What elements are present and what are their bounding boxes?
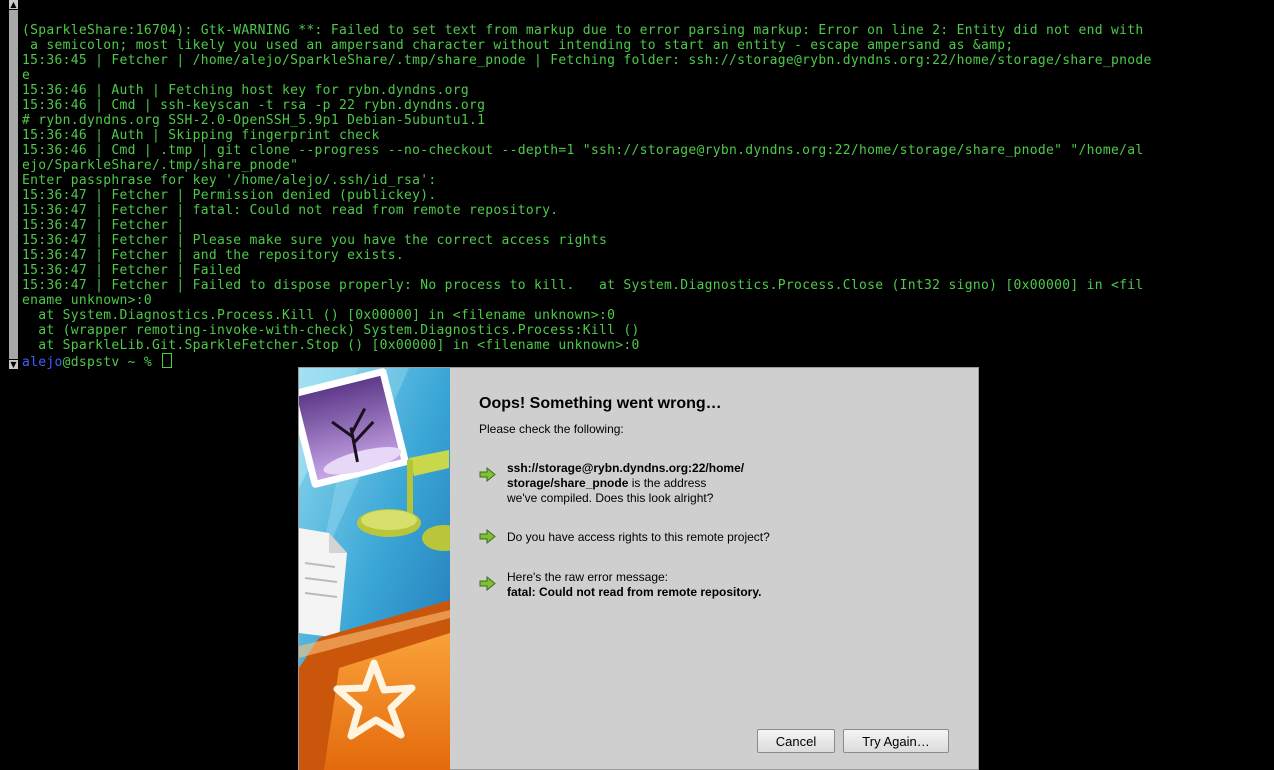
terminal-line: 15:36:47 | Fetcher | <box>22 218 185 233</box>
terminal-line: 15:36:47 | Fetcher | Failed <box>22 263 242 278</box>
try-again-button[interactable]: Try Again… <box>843 729 949 753</box>
scrollbar-thumb[interactable] <box>9 10 18 359</box>
terminal-line: e <box>22 68 31 83</box>
terminal-line: 15:36:46 | Auth | Skipping fingerprint c… <box>22 128 380 143</box>
dialog-title: Oops! Something went wrong… <box>479 395 722 412</box>
cancel-button[interactable]: Cancel <box>757 729 835 753</box>
terminal-line: 15:36:45 | Fetcher | /home/alejo/Sparkle… <box>22 53 1152 68</box>
terminal-line: at System.Diagnostics.Process.Kill () [0… <box>22 308 616 323</box>
raw-error-message: fatal: Could not read from remote reposi… <box>507 585 762 599</box>
terminal-line: at (wrapper remoting-invoke-with-check) … <box>22 323 640 338</box>
side-artwork <box>299 368 450 770</box>
dialog-subtitle: Please check the following: <box>479 422 624 436</box>
terminal-line: 15:36:46 | Cmd | ssh-keyscan -t rsa -p 2… <box>22 98 486 113</box>
raw-error-label: Here's the raw error message: <box>507 570 669 584</box>
terminal-line: 15:36:47 | Fetcher | fatal: Could not re… <box>22 203 559 218</box>
check-item-access: Do you have access rights to this remote… <box>479 529 959 545</box>
terminal-line: 15:36:47 | Fetcher | Failed to dispose p… <box>22 278 1144 293</box>
terminal-output: (SparkleShare:16704): Gtk-WARNING **: Fa… <box>22 23 1270 353</box>
terminal-line: a semicolon; most likely you used an amp… <box>22 38 1014 53</box>
terminal-scrollbar[interactable]: ▲ ▼ <box>9 0 18 370</box>
arrow-right-icon <box>479 576 496 591</box>
scroll-down-arrow-icon[interactable]: ▼ <box>9 360 18 369</box>
address-text-1: ssh://storage@rybn.dyndns.org:22/home/ <box>507 461 745 475</box>
terminal-line: ejo/SparkleShare/.tmp/share_pnode" <box>22 158 299 173</box>
terminal-line: (SparkleShare:16704): Gtk-WARNING **: Fa… <box>22 23 1144 38</box>
scroll-up-arrow-icon[interactable]: ▲ <box>9 0 18 9</box>
text-cursor <box>162 353 173 368</box>
terminal-line: at SparkleLib.Git.SparkleFetcher.Stop ()… <box>22 338 640 353</box>
address-question: we've compiled. Does this look alright? <box>507 491 714 505</box>
terminal-line: 15:36:46 | Auth | Fetching host key for … <box>22 83 469 98</box>
terminal-line: 15:36:47 | Fetcher | Permission denied (… <box>22 188 437 203</box>
prompt-host: @dspstv ~ % <box>62 355 161 370</box>
check-item-address: ssh://storage@rybn.dyndns.org:22/home/ s… <box>479 461 959 506</box>
dialog-content: Oops! Something went wrong… Please check… <box>479 395 959 600</box>
access-rights-text: Do you have access rights to this remote… <box>507 530 770 544</box>
arrow-right-icon <box>479 467 496 482</box>
terminal-line: 15:36:46 | Cmd | .tmp | git clone --prog… <box>22 143 1144 158</box>
terminal-line: 15:36:47 | Fetcher | Please make sure yo… <box>22 233 608 248</box>
terminal-line: # rybn.dyndns.org SSH-2.0-OpenSSH_5.9p1 … <box>22 113 486 128</box>
arrow-right-icon <box>479 529 496 544</box>
terminal-line: 15:36:47 | Fetcher | and the repository … <box>22 248 404 263</box>
error-dialog: Oops! Something went wrong… Please check… <box>298 367 979 770</box>
address-suffix: is the address <box>628 476 707 490</box>
prompt-user: alejo <box>22 355 63 370</box>
terminal-line: Enter passphrase for key '/home/alejo/.s… <box>22 173 437 188</box>
check-item-raw-error: Here's the raw error message: fatal: Cou… <box>479 570 959 600</box>
terminal-line: ename unknown>:0 <box>22 293 153 308</box>
address-text-2: storage/share_pnode <box>507 476 629 490</box>
shell-prompt[interactable]: alejo@dspstv ~ % <box>22 353 173 370</box>
